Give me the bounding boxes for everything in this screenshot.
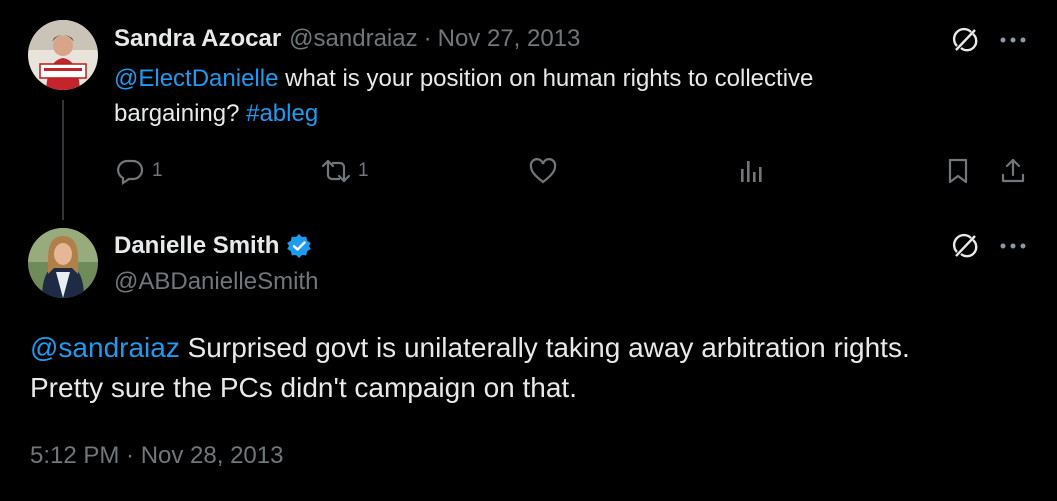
reply-icon	[114, 155, 146, 187]
reply-text: @ElectDanielle what is your position on …	[114, 61, 1014, 131]
author-name[interactable]: Sandra Azocar	[114, 25, 281, 53]
bookmark-icon	[948, 158, 968, 184]
more-icon[interactable]	[996, 231, 1030, 261]
mention-link[interactable]: @ElectDanielle	[114, 65, 278, 92]
separator: ·	[423, 25, 432, 52]
main-text-line2: Pretty sure the PCs didn't campaign on t…	[30, 372, 577, 403]
views-button[interactable]	[734, 154, 768, 188]
author-handle[interactable]: @ABDanielleSmith	[114, 268, 318, 296]
share-button[interactable]	[996, 154, 1030, 188]
reply-text-line1: what is your position on human rights to…	[278, 65, 814, 92]
thread-line	[62, 100, 64, 220]
main-header: Danielle Smith	[114, 230, 313, 262]
reply-header: Sandra Azocar @sandraiaz · Nov 27, 2013	[114, 25, 580, 55]
tweet-timestamp[interactable]: 5:12 PM · Nov 28, 2013	[30, 442, 283, 470]
avatar[interactable]	[28, 228, 98, 298]
avatar[interactable]	[28, 20, 98, 90]
share-icon	[1001, 158, 1025, 183]
mention-link[interactable]: @sandraiaz	[30, 332, 180, 363]
reply-text-line2: bargaining?	[114, 100, 247, 127]
author-handle[interactable]: @sandraiaz	[289, 25, 417, 53]
bookmark-button[interactable]	[941, 154, 975, 188]
more-icon[interactable]	[996, 25, 1030, 55]
grok-icon[interactable]	[948, 231, 982, 261]
reply-count: 1	[152, 160, 163, 181]
reply-button[interactable]: 1	[114, 154, 163, 188]
retweet-button[interactable]: 1	[318, 154, 369, 188]
like-icon	[529, 158, 557, 184]
main-text-line1: Surprised govt is unilaterally taking aw…	[179, 332, 910, 363]
like-button[interactable]	[526, 154, 560, 188]
retweet-count: 1	[358, 160, 369, 181]
verified-icon[interactable]	[285, 232, 313, 260]
tweet-date[interactable]: Nov 27, 2013	[438, 25, 581, 53]
grok-icon[interactable]	[948, 25, 982, 55]
views-icon	[741, 161, 762, 182]
retweet-icon	[318, 155, 354, 187]
main-tweet-text: @sandraiaz Surprised govt is unilaterall…	[30, 328, 1040, 408]
author-name[interactable]: Danielle Smith	[114, 232, 279, 260]
hashtag-link[interactable]: #ableg	[246, 100, 318, 127]
